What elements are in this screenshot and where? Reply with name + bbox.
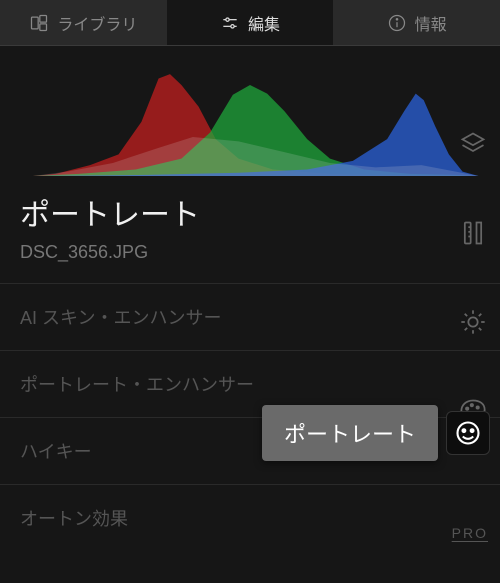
- tooltip-label: ポートレート: [262, 405, 438, 461]
- tab-edit-label: 編集: [248, 11, 280, 35]
- histogram: [0, 46, 500, 176]
- tab-library-label: ライブラリ: [57, 11, 137, 35]
- section-title: ポートレート: [0, 176, 500, 238]
- right-tool-rail: [446, 92, 500, 430]
- tab-bar: ライブラリ 編集 情報: [0, 0, 500, 46]
- tool-orton-effect[interactable]: オートン効果: [0, 485, 500, 551]
- library-icon: [29, 13, 49, 33]
- tab-library[interactable]: ライブラリ: [0, 0, 167, 45]
- sliders-icon: [220, 13, 240, 33]
- ruler-icon[interactable]: [459, 219, 487, 252]
- face-icon[interactable]: [446, 411, 490, 455]
- brightness-icon[interactable]: [459, 308, 487, 341]
- layers-icon[interactable]: [459, 130, 487, 163]
- pro-badge[interactable]: PRO: [452, 525, 488, 541]
- tab-info[interactable]: 情報: [333, 0, 500, 45]
- filename: DSC_3656.JPG: [0, 238, 500, 283]
- info-icon: [387, 13, 407, 33]
- tool-ai-skin-enhancer[interactable]: AI スキン・エンハンサー: [0, 284, 500, 350]
- portrait-tooltip: ポートレート: [262, 405, 490, 461]
- tab-info-label: 情報: [415, 11, 447, 35]
- tab-edit[interactable]: 編集: [167, 0, 334, 45]
